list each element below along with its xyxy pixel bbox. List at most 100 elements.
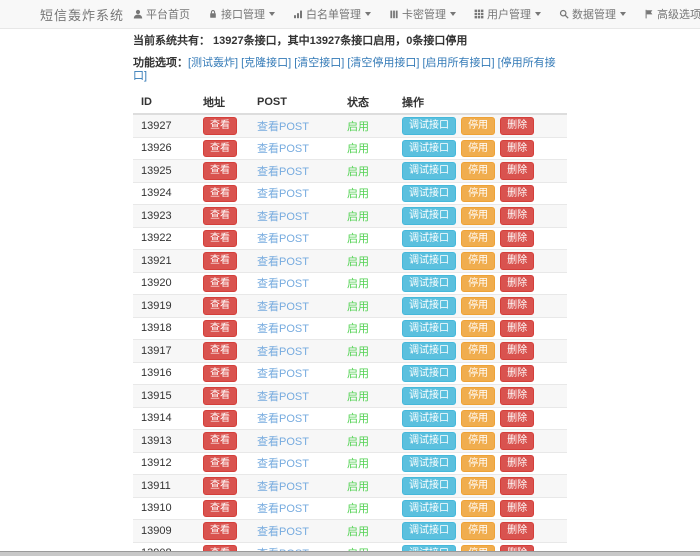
debug-interface-button[interactable]: 调试接口 <box>402 320 456 338</box>
view-address-button[interactable]: 查看 <box>203 117 237 135</box>
view-address-button[interactable]: 查看 <box>203 140 237 158</box>
view-post-link[interactable]: 查看POST <box>257 368 309 380</box>
view-address-button[interactable]: 查看 <box>203 230 237 248</box>
disable-button[interactable]: 停用 <box>461 387 495 405</box>
disable-button[interactable]: 停用 <box>461 207 495 225</box>
nav-item-1[interactable]: 平台首页 <box>124 0 199 29</box>
view-post-link[interactable]: 查看POST <box>257 166 309 178</box>
debug-interface-button[interactable]: 调试接口 <box>402 185 456 203</box>
disable-button[interactable]: 停用 <box>461 410 495 428</box>
disable-button[interactable]: 停用 <box>461 365 495 383</box>
debug-interface-button[interactable]: 调试接口 <box>402 252 456 270</box>
view-post-link[interactable]: 查看POST <box>257 278 309 290</box>
delete-button[interactable]: 删除 <box>500 207 534 225</box>
delete-button[interactable]: 删除 <box>500 522 534 540</box>
debug-interface-button[interactable]: 调试接口 <box>402 342 456 360</box>
view-post-link[interactable]: 查看POST <box>257 121 309 133</box>
view-post-link[interactable]: 查看POST <box>257 323 309 335</box>
delete-button[interactable]: 删除 <box>500 275 534 293</box>
view-post-link[interactable]: 查看POST <box>257 233 309 245</box>
view-address-button[interactable]: 查看 <box>203 410 237 428</box>
view-address-button[interactable]: 查看 <box>203 162 237 180</box>
view-address-button[interactable]: 查看 <box>203 365 237 383</box>
debug-interface-button[interactable]: 调试接口 <box>402 477 456 495</box>
delete-button[interactable]: 删除 <box>500 477 534 495</box>
view-post-link[interactable]: 查看POST <box>257 413 309 425</box>
option-link-2[interactable]: [克隆接口] <box>241 57 291 69</box>
delete-button[interactable]: 删除 <box>500 162 534 180</box>
delete-button[interactable]: 删除 <box>500 365 534 383</box>
disable-button[interactable]: 停用 <box>461 477 495 495</box>
nav-item-2[interactable]: 接口管理 <box>199 0 284 29</box>
view-address-button[interactable]: 查看 <box>203 387 237 405</box>
delete-button[interactable]: 删除 <box>500 185 534 203</box>
debug-interface-button[interactable]: 调试接口 <box>402 410 456 428</box>
view-post-link[interactable]: 查看POST <box>257 143 309 155</box>
view-address-button[interactable]: 查看 <box>203 500 237 518</box>
delete-button[interactable]: 删除 <box>500 297 534 315</box>
view-post-link[interactable]: 查看POST <box>257 256 309 268</box>
horizontal-scrollbar[interactable] <box>0 551 700 556</box>
view-address-button[interactable]: 查看 <box>203 297 237 315</box>
disable-button[interactable]: 停用 <box>461 432 495 450</box>
view-address-button[interactable]: 查看 <box>203 320 237 338</box>
view-post-link[interactable]: 查看POST <box>257 346 309 358</box>
disable-button[interactable]: 停用 <box>461 275 495 293</box>
disable-button[interactable]: 停用 <box>461 500 495 518</box>
delete-button[interactable]: 删除 <box>500 230 534 248</box>
debug-interface-button[interactable]: 调试接口 <box>402 230 456 248</box>
view-post-link[interactable]: 查看POST <box>257 458 309 470</box>
nav-item-5[interactable]: 用户管理 <box>465 0 550 29</box>
debug-interface-button[interactable]: 调试接口 <box>402 455 456 473</box>
debug-interface-button[interactable]: 调试接口 <box>402 162 456 180</box>
disable-button[interactable]: 停用 <box>461 297 495 315</box>
delete-button[interactable]: 删除 <box>500 410 534 428</box>
disable-button[interactable]: 停用 <box>461 185 495 203</box>
delete-button[interactable]: 删除 <box>500 117 534 135</box>
view-address-button[interactable]: 查看 <box>203 432 237 450</box>
debug-interface-button[interactable]: 调试接口 <box>402 432 456 450</box>
disable-button[interactable]: 停用 <box>461 230 495 248</box>
delete-button[interactable]: 删除 <box>500 342 534 360</box>
debug-interface-button[interactable]: 调试接口 <box>402 522 456 540</box>
nav-item-7[interactable]: 高级选项 <box>635 0 700 29</box>
view-post-link[interactable]: 查看POST <box>257 391 309 403</box>
delete-button[interactable]: 删除 <box>500 252 534 270</box>
app-title[interactable]: 短信轰炸系统 <box>40 5 124 24</box>
debug-interface-button[interactable]: 调试接口 <box>402 140 456 158</box>
view-post-link[interactable]: 查看POST <box>257 526 309 538</box>
delete-button[interactable]: 删除 <box>500 500 534 518</box>
debug-interface-button[interactable]: 调试接口 <box>402 275 456 293</box>
disable-button[interactable]: 停用 <box>461 162 495 180</box>
view-post-link[interactable]: 查看POST <box>257 481 309 493</box>
view-post-link[interactable]: 查看POST <box>257 211 309 223</box>
delete-button[interactable]: 删除 <box>500 455 534 473</box>
option-link-4[interactable]: [清空停用接口] <box>347 57 419 69</box>
view-post-link[interactable]: 查看POST <box>257 503 309 515</box>
option-link-5[interactable]: [启用所有接口] <box>423 57 495 69</box>
disable-button[interactable]: 停用 <box>461 117 495 135</box>
view-address-button[interactable]: 查看 <box>203 185 237 203</box>
disable-button[interactable]: 停用 <box>461 320 495 338</box>
option-link-3[interactable]: [清空接口] <box>294 57 344 69</box>
disable-button[interactable]: 停用 <box>461 252 495 270</box>
delete-button[interactable]: 删除 <box>500 432 534 450</box>
debug-interface-button[interactable]: 调试接口 <box>402 365 456 383</box>
view-address-button[interactable]: 查看 <box>203 252 237 270</box>
view-address-button[interactable]: 查看 <box>203 522 237 540</box>
view-address-button[interactable]: 查看 <box>203 207 237 225</box>
debug-interface-button[interactable]: 调试接口 <box>402 387 456 405</box>
debug-interface-button[interactable]: 调试接口 <box>402 207 456 225</box>
nav-item-4[interactable]: 卡密管理 <box>380 0 465 29</box>
delete-button[interactable]: 删除 <box>500 140 534 158</box>
nav-item-6[interactable]: 数据管理 <box>550 0 635 29</box>
debug-interface-button[interactable]: 调试接口 <box>402 500 456 518</box>
option-link-1[interactable]: [测试轰炸] <box>188 57 238 69</box>
disable-button[interactable]: 停用 <box>461 342 495 360</box>
disable-button[interactable]: 停用 <box>461 522 495 540</box>
disable-button[interactable]: 停用 <box>461 455 495 473</box>
view-address-button[interactable]: 查看 <box>203 477 237 495</box>
view-post-link[interactable]: 查看POST <box>257 301 309 313</box>
view-address-button[interactable]: 查看 <box>203 342 237 360</box>
view-address-button[interactable]: 查看 <box>203 275 237 293</box>
